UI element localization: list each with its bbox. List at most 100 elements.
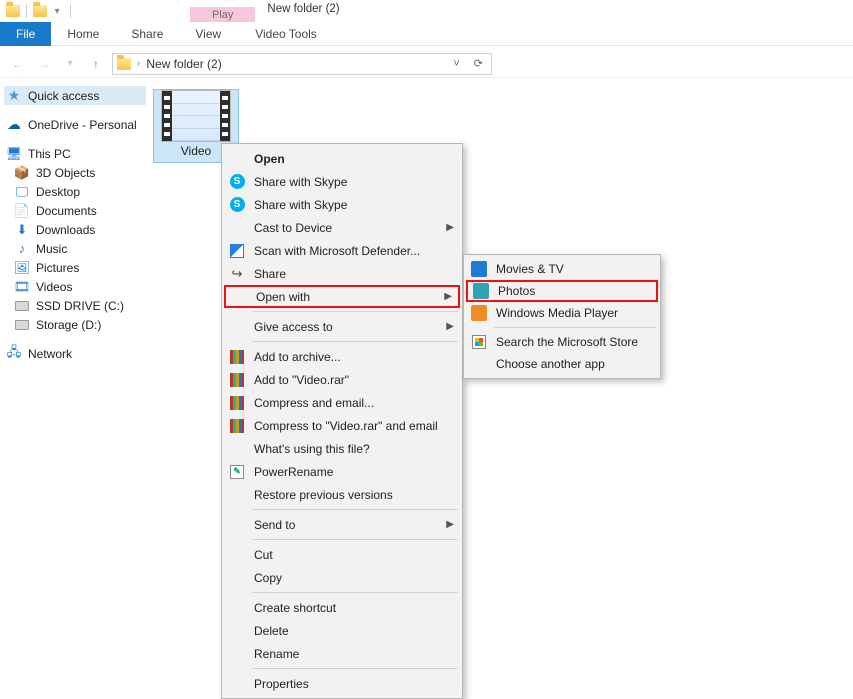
file-tab[interactable]: File [0, 22, 51, 46]
refresh-icon[interactable]: ⟳ [470, 57, 487, 70]
navigation-pane: ★ Quick access ☁ OneDrive - Personal 🖥 T… [0, 78, 150, 602]
sidebar-item-desktop[interactable]: 🖵Desktop [4, 182, 146, 201]
address-dropdown-icon[interactable]: ˅ [449, 58, 463, 70]
separator [252, 311, 458, 312]
ctx-rename[interactable]: Rename [224, 642, 460, 665]
qat-dropdown-icon[interactable]: ▾ [50, 4, 64, 18]
up-button[interactable]: ↑ [86, 54, 106, 74]
ctx-add-archive[interactable]: Add to archive... [224, 345, 460, 368]
ctx-powerrename[interactable]: ✎PowerRename [224, 460, 460, 483]
back-button[interactable]: ← [8, 54, 28, 74]
tab-home[interactable]: Home [51, 22, 115, 46]
quick-access-toolbar: ▾ [0, 0, 190, 22]
wmp-icon [470, 304, 488, 322]
skype-icon: S [228, 196, 246, 214]
blank-icon [230, 288, 248, 306]
movies-tv-icon [470, 260, 488, 278]
winrar-icon [228, 371, 246, 389]
navigation-bar: ← → ▾ ↑ › New folder (2) ˅ ⟳ [0, 50, 853, 78]
winrar-icon [228, 417, 246, 435]
winrar-icon [228, 394, 246, 412]
drive-icon [14, 298, 30, 314]
sidebar-network[interactable]: 🖧 Network [4, 344, 146, 363]
sidebar-item-label: OneDrive - Personal [28, 118, 137, 132]
sidebar-item-label: Network [28, 347, 72, 361]
forward-button[interactable]: → [34, 54, 54, 74]
winrar-icon [228, 348, 246, 366]
sidebar-item-label: Downloads [36, 223, 95, 237]
drive-icon [14, 317, 30, 333]
ctx-cut[interactable]: Cut [224, 543, 460, 566]
sidebar-item-ssd-drive[interactable]: SSD DRIVE (C:) [4, 296, 146, 315]
sidebar-item-label: Quick access [28, 89, 99, 103]
address-folder-icon [117, 57, 131, 71]
folder-icon: 📦 [14, 165, 30, 181]
sidebar-item-music[interactable]: ♪ Music [4, 239, 146, 258]
ctx-share-skype-1[interactable]: SShare with Skype [224, 170, 460, 193]
tab-share[interactable]: Share [115, 22, 179, 46]
ctx-compress-email[interactable]: Compress and email... [224, 391, 460, 414]
sidebar-item-downloads[interactable]: ⬇ Downloads [4, 220, 146, 239]
ctx-cast[interactable]: Cast to Device▶ [224, 216, 460, 239]
video-thumbnail-icon [161, 90, 231, 142]
ctx-compress-rar-email[interactable]: Compress to "Video.rar" and email [224, 414, 460, 437]
blank-icon [228, 569, 246, 587]
sidebar-item-documents[interactable]: 📄Documents [4, 201, 146, 220]
ctx-defender[interactable]: Scan with Microsoft Defender... [224, 239, 460, 262]
ctx-open-with[interactable]: Open with▶ [224, 285, 460, 308]
submenu-movies-tv[interactable]: Movies & TV [466, 258, 658, 280]
sidebar-item-label: Music [36, 242, 67, 256]
blank-icon [228, 486, 246, 504]
blank-icon [228, 599, 246, 617]
submenu-wmp[interactable]: Windows Media Player [466, 302, 658, 324]
star-icon: ★ [6, 88, 22, 104]
ctx-send-to[interactable]: Send to▶ [224, 513, 460, 536]
sidebar-item-label: Videos [36, 280, 72, 294]
ctx-add-video-rar[interactable]: Add to "Video.rar" [224, 368, 460, 391]
window-title: New folder (2) [255, 0, 351, 22]
ctx-give-access[interactable]: Give access to▶ [224, 315, 460, 338]
tab-video-tools[interactable]: Video Tools [241, 22, 331, 46]
sidebar-item-videos[interactable]: 🎞Videos [4, 277, 146, 296]
downloads-icon: ⬇ [14, 222, 30, 238]
ctx-whats-using[interactable]: What's using this file? [224, 437, 460, 460]
submenu-choose[interactable]: Choose another app [466, 353, 658, 375]
separator [494, 327, 656, 328]
title-bar: ▾ Play New folder (2) [0, 0, 853, 22]
sidebar-item-pictures[interactable]: 🖼 Pictures [4, 258, 146, 277]
ctx-copy[interactable]: Copy [224, 566, 460, 589]
history-dropdown[interactable]: ▾ [60, 54, 80, 74]
sidebar-item-label: This PC [28, 147, 71, 161]
sidebar-item-label: Documents [36, 204, 97, 218]
breadcrumb[interactable]: New folder (2) [146, 57, 221, 71]
ctx-restore[interactable]: Restore previous versions [224, 483, 460, 506]
photos-icon [472, 282, 490, 300]
contextual-tab-group: Play [190, 0, 255, 22]
ctx-open[interactable]: Open [224, 147, 460, 170]
sidebar-onedrive[interactable]: ☁ OneDrive - Personal [4, 115, 146, 134]
sidebar-item-label: 3D Objects [36, 166, 95, 180]
blank-icon [228, 150, 246, 168]
submenu-photos[interactable]: Photos [466, 280, 658, 302]
address-bar[interactable]: › New folder (2) ˅ ⟳ [112, 53, 492, 75]
sidebar-item-storage[interactable]: Storage (D:) [4, 315, 146, 334]
qat-folder-icon[interactable] [33, 4, 47, 18]
ctx-share-skype-2[interactable]: SShare with Skype [224, 193, 460, 216]
music-icon: ♪ [14, 241, 30, 257]
tab-view[interactable]: View [179, 22, 237, 46]
sidebar-item-3d-objects[interactable]: 📦 3D Objects [4, 163, 146, 182]
submenu-store[interactable]: Search the Microsoft Store [466, 331, 658, 353]
separator [26, 4, 27, 18]
ctx-share[interactable]: Share [224, 262, 460, 285]
ctx-delete[interactable]: Delete [224, 619, 460, 642]
sidebar-quick-access[interactable]: ★ Quick access [4, 86, 146, 105]
ctx-create-shortcut[interactable]: Create shortcut [224, 596, 460, 619]
network-icon: 🖧 [6, 346, 22, 362]
pictures-icon: 🖼 [14, 260, 30, 276]
separator [252, 509, 458, 510]
sidebar-item-label: Pictures [36, 261, 79, 275]
ctx-properties[interactable]: Properties [224, 672, 460, 695]
chevron-right-icon: ▶ [446, 321, 454, 332]
blank-icon [228, 546, 246, 564]
sidebar-this-pc[interactable]: 🖥 This PC [4, 144, 146, 163]
